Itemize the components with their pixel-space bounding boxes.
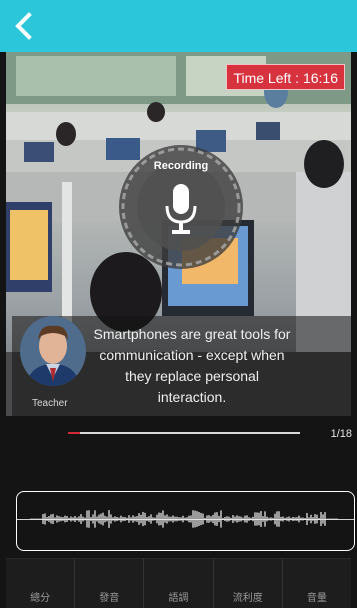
score-tab[interactable]: 發音 [75, 559, 145, 608]
microphone-icon [165, 184, 197, 234]
sentence-progress-bar [68, 432, 300, 434]
score-tab-label: 發音 [99, 593, 120, 604]
score-tab[interactable]: 總分 [6, 559, 76, 608]
score-tab[interactable]: 流利度 [214, 559, 283, 608]
time-left-badge: Time Left : 16:16 [226, 64, 345, 90]
teacher-label: Teacher [32, 398, 68, 409]
teacher-avatar[interactable] [20, 316, 86, 386]
classroom-photo: Time Left : 16:16 Recording Teacher Smar… [6, 52, 351, 416]
score-tab-label: 總分 [30, 593, 51, 604]
score-tab[interactable]: 語調 [144, 559, 214, 608]
score-tab-label: 語調 [168, 593, 189, 604]
chevron-left-icon [15, 12, 32, 40]
teacher-portrait-image [20, 316, 86, 386]
header-bar [0, 0, 357, 52]
back-button[interactable] [8, 10, 40, 42]
recording-label: Recording [153, 160, 209, 172]
record-button[interactable]: Recording [118, 144, 244, 270]
teacher-panel: Teacher Smartphones are great tools for … [12, 316, 351, 416]
progress-count: 1/18 [330, 428, 352, 440]
score-tab[interactable]: 音量 [283, 559, 351, 608]
sentence-text: Smartphones are great tools for communic… [93, 326, 291, 405]
score-tab-bar: 總分 發音 語調 流利度 音量 [6, 558, 351, 608]
audio-waveform [30, 510, 338, 528]
progress-fill [68, 432, 80, 434]
score-tab-label: 流利度 [232, 593, 263, 604]
waveform-panel [16, 491, 355, 551]
score-tab-label: 音量 [306, 593, 327, 604]
